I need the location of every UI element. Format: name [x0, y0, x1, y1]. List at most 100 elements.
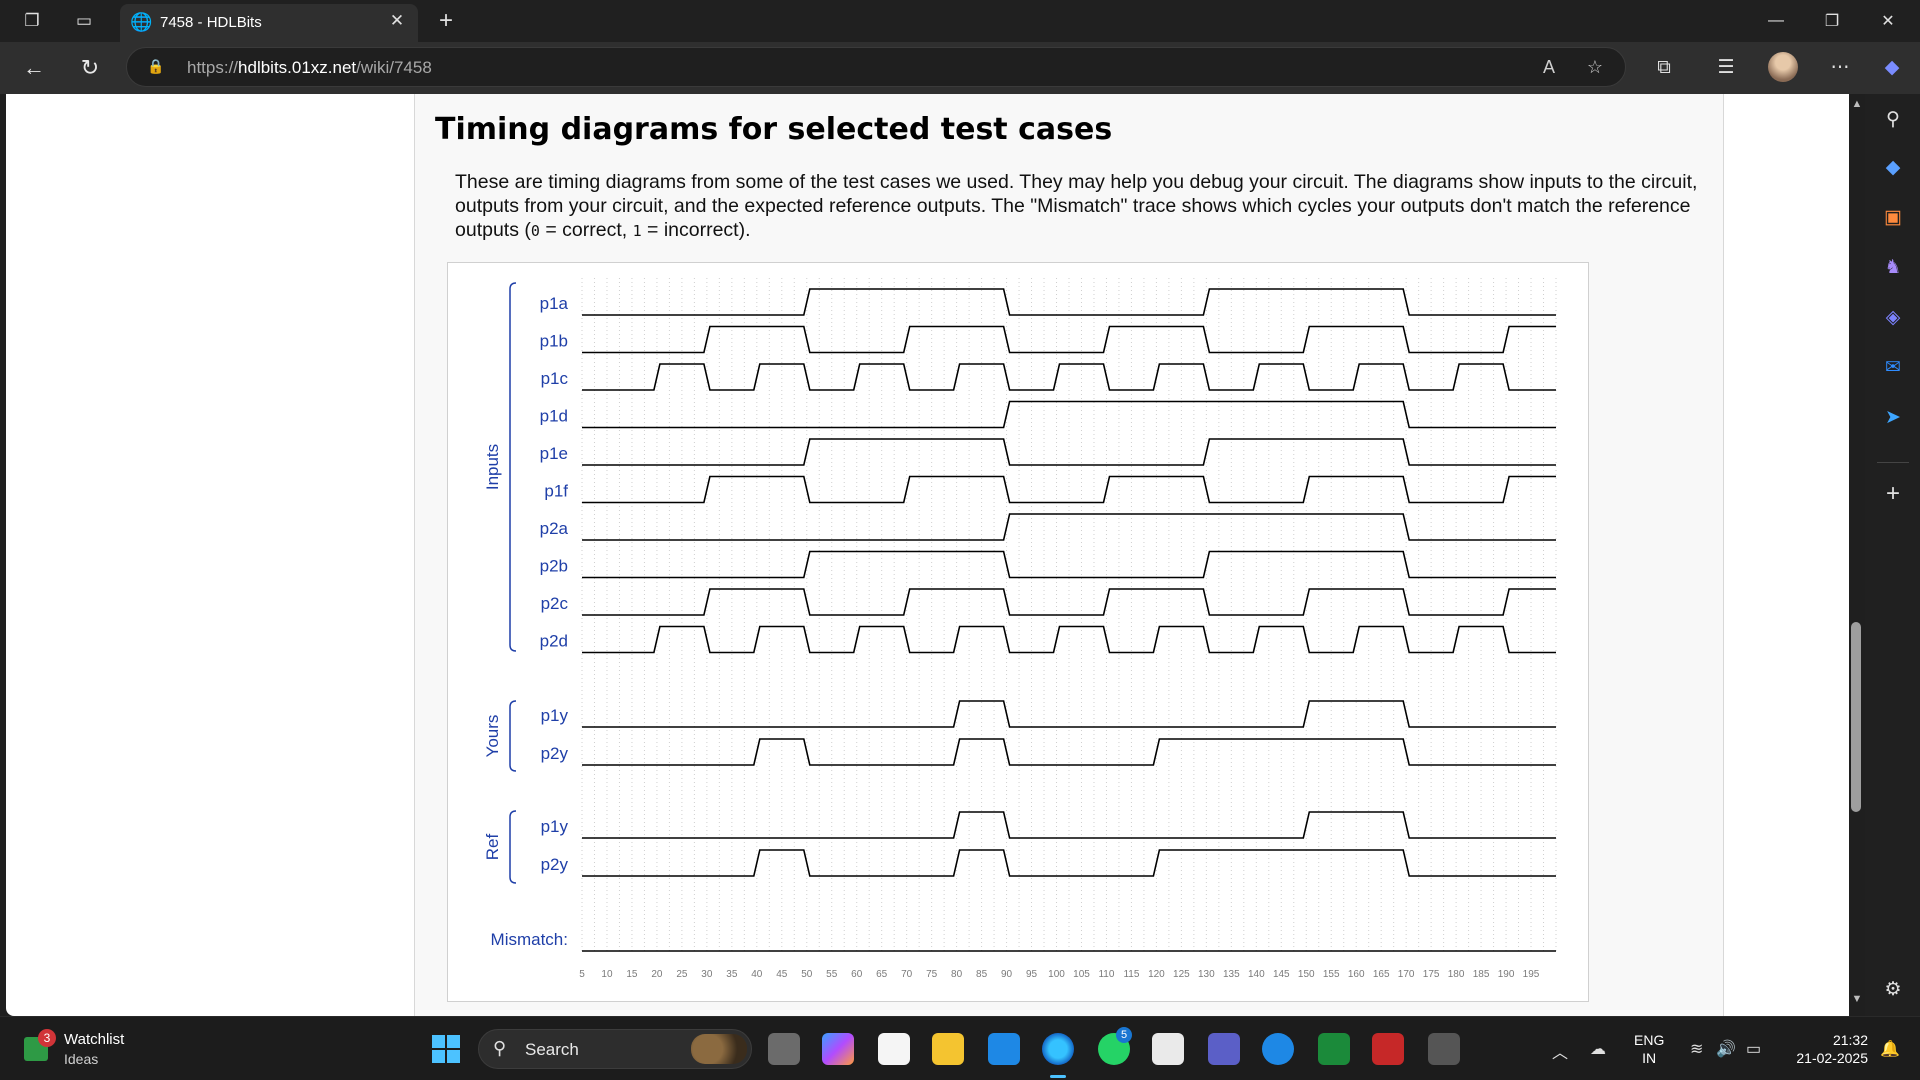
search-icon[interactable]: ⚲ [1879, 106, 1907, 134]
battery-icon[interactable]: ▭ [1746, 1039, 1761, 1059]
copilot-icon[interactable]: ◆ [1878, 54, 1906, 82]
time-tick-label: 180 [1448, 969, 1465, 980]
scrollbar-track[interactable] [1849, 94, 1865, 1016]
profile-avatar[interactable] [1768, 52, 1798, 82]
minimize-icon[interactable]: — [1754, 6, 1798, 36]
whatsapp-badge: 5 [1116, 1027, 1132, 1043]
read-aloud-icon[interactable]: A [1537, 57, 1561, 81]
group-bracket [509, 282, 517, 652]
scrollbar-thumb[interactable] [1851, 622, 1861, 812]
widget-subtitle[interactable]: Ideas [64, 1051, 98, 1067]
signal-label: Mismatch: [491, 930, 568, 949]
time-tick-label: 40 [751, 969, 763, 980]
classroom-icon[interactable] [1318, 1033, 1350, 1065]
time-tick-label: 25 [676, 969, 688, 980]
signal-label: p1d [540, 407, 568, 426]
window-close-icon[interactable]: ✕ [1866, 6, 1910, 36]
signal-label: p2c [541, 594, 569, 613]
start-button[interactable] [432, 1035, 462, 1065]
description-paragraph: These are timing diagrams from some of t… [455, 171, 1698, 241]
group-bracket [509, 810, 517, 884]
mcafee-icon[interactable] [1372, 1033, 1404, 1065]
chess-icon[interactable]: ♞ [1879, 254, 1907, 282]
send-icon[interactable]: ➤ [1879, 404, 1907, 432]
active-app-indicator [1050, 1075, 1066, 1078]
group-label: Yours [483, 715, 502, 758]
time-tick-label: 130 [1198, 969, 1215, 980]
new-tab-icon[interactable]: + [432, 7, 460, 34]
sidebar-divider [1877, 462, 1909, 463]
time-tick-label: 105 [1073, 969, 1090, 980]
search-label: Search [525, 1040, 579, 1059]
signal-label: p2d [540, 632, 568, 651]
time-tick-label: 145 [1273, 969, 1290, 980]
favorite-star-icon[interactable]: ☆ [1583, 57, 1607, 81]
clock[interactable]: 21:32 21-02-2025 [1788, 1031, 1868, 1067]
signal-label: p2y [541, 744, 569, 763]
page-viewport: Timing diagrams for selected test cases … [6, 94, 1849, 1016]
time-tick-label: 60 [851, 969, 863, 980]
close-tab-icon[interactable]: ✕ [386, 11, 408, 33]
copilot-icon[interactable]: ◈ [1879, 304, 1907, 332]
tray-cloud-icon[interactable]: ☁ [1590, 1039, 1606, 1059]
volume-icon[interactable]: 🔊 [1716, 1039, 1736, 1059]
scroll-down-icon[interactable]: ▼ [1849, 993, 1865, 1009]
tray-chevron-icon[interactable]: ︿ [1552, 1039, 1568, 1063]
back-icon[interactable]: ← [18, 52, 50, 84]
language-indicator[interactable]: ENG IN [1634, 1031, 1664, 1067]
favorites-icon[interactable]: ☰ [1712, 54, 1740, 82]
workspaces-icon[interactable]: ❐ [18, 8, 46, 34]
restore-icon[interactable]: ❐ [1810, 6, 1854, 36]
lock-icon[interactable]: 🔒 [147, 58, 165, 76]
taskbar: 3 Watchlist Ideas ⚲ Search 5 ︿ ☁ ENG IN ≋… [0, 1016, 1920, 1080]
time-tick-label: 150 [1298, 969, 1315, 980]
copilot-app-icon[interactable] [822, 1033, 854, 1065]
outlook-icon[interactable]: ✉ [1879, 354, 1907, 382]
store-icon[interactable] [1152, 1033, 1184, 1065]
refresh-icon[interactable]: ↻ [74, 52, 106, 84]
more-menu-icon[interactable]: ⋯ [1826, 54, 1854, 82]
extensions-icon[interactable]: ⧉ [1650, 54, 1678, 82]
time-tick-label: 135 [1223, 969, 1240, 980]
search-highlight-image [691, 1034, 747, 1064]
time-tick-label: 165 [1373, 969, 1390, 980]
app-icon[interactable] [1428, 1033, 1460, 1065]
timing-diagram-svg: Inputs Yours Ref p1a p1b p1c p1d p1e p1f p2a p2b p2… [483, 278, 1557, 980]
time-tick-label: 160 [1348, 969, 1365, 980]
signal-label: p1y [541, 706, 569, 725]
teams-icon[interactable] [1208, 1033, 1240, 1065]
globe-icon: 🌐 [130, 12, 153, 32]
taskbar-search[interactable]: ⚲ Search [478, 1029, 752, 1069]
signal-label: p1f [544, 482, 568, 501]
signal-label: p1b [540, 332, 568, 351]
scroll-up-icon[interactable]: ▲ [1849, 98, 1865, 114]
help-icon[interactable] [1262, 1033, 1294, 1065]
time-tick-label: 65 [876, 969, 888, 980]
url-text[interactable]: https://hdlbits.01xz.net/wiki/7458 [187, 58, 432, 78]
time-tick-label: 85 [976, 969, 988, 980]
add-icon[interactable]: + [1879, 480, 1907, 508]
toolbox-icon[interactable]: ▣ [1879, 204, 1907, 232]
myhp-icon[interactable] [988, 1033, 1020, 1065]
signal-label: p1y [541, 817, 569, 836]
task-view-icon[interactable] [768, 1033, 800, 1065]
edge-icon[interactable] [1042, 1033, 1074, 1065]
time-tick-label: 95 [1026, 969, 1038, 980]
time-tick-label: 5 [579, 969, 585, 980]
edge-sidebar: ⚲ ◆ ▣ ♞ ◈ ✉ ➤ + ⚙ [1865, 94, 1920, 1016]
tab-active[interactable]: 🌐 7458 - HDLBits ✕ [120, 4, 418, 42]
time-tick-label: 20 [651, 969, 663, 980]
wifi-icon[interactable]: ≋ [1690, 1039, 1703, 1059]
time-tick-label: 75 [926, 969, 938, 980]
group-bracket [509, 700, 517, 772]
settings-icon[interactable]: ⚙ [1879, 976, 1907, 1004]
ai-app-icon[interactable] [878, 1033, 910, 1065]
widget-title[interactable]: Watchlist [64, 1031, 124, 1048]
tag-icon[interactable]: ◆ [1879, 154, 1907, 182]
tab-actions-icon[interactable]: ▭ [70, 8, 98, 34]
notification-icon[interactable]: 🔔 [1880, 1039, 1900, 1059]
address-bar[interactable]: 🔒 https://hdlbits.01xz.net/wiki/7458 A ☆ [126, 47, 1626, 87]
file-explorer-icon[interactable] [932, 1033, 964, 1065]
time-tick-label: 50 [801, 969, 813, 980]
time-tick-label: 175 [1423, 969, 1440, 980]
